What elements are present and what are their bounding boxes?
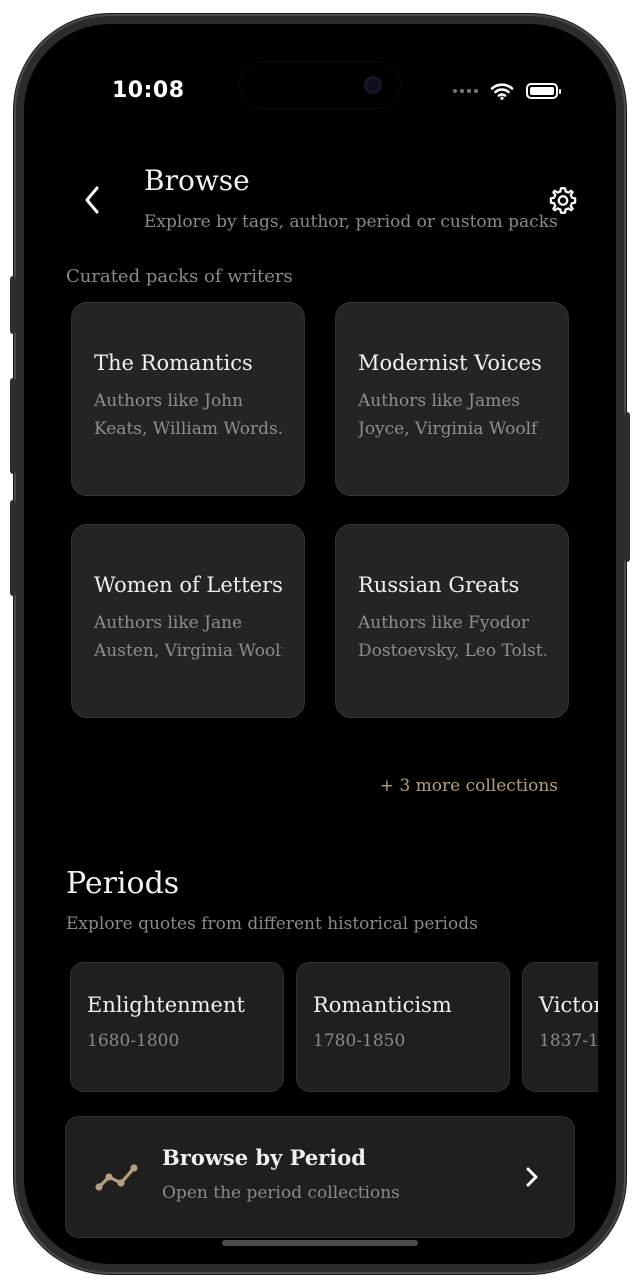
power-button — [624, 412, 630, 562]
period-years: 1680-1800 — [87, 1031, 180, 1051]
volume-up-button — [10, 378, 16, 474]
status-time: 10:08 — [112, 78, 185, 103]
browse-by-period-title: Browse by Period — [162, 1145, 366, 1170]
more-collections-link[interactable]: + 3 more collections — [380, 776, 558, 796]
periods-subtitle: Explore quotes from different historical… — [66, 914, 478, 934]
period-card-enlightenment[interactable]: Enlightenment 1680-1800 — [70, 962, 284, 1092]
page-subtitle: Explore by tags, author, period or custo… — [144, 212, 558, 232]
pack-description: Authors like Jane Austen, Virginia Woolf — [94, 613, 282, 661]
pack-card-modernist-voices[interactable]: Modernist Voices Authors like James Joyc… — [335, 302, 569, 496]
pack-title: Women of Letters — [94, 573, 283, 597]
period-name: Enlightenment — [87, 993, 245, 1017]
periods-heading: Periods — [66, 866, 180, 901]
chevron-left-icon — [85, 186, 99, 214]
action-button — [10, 276, 16, 334]
browse-by-period-subtitle: Open the period collections — [162, 1183, 400, 1203]
pack-description: Authors like James Joyce, Virginia Woolf — [358, 391, 538, 439]
status-icons — [453, 82, 561, 100]
page-title: Browse — [144, 164, 250, 197]
pack-card-romantics[interactable]: The Romantics Authors like John Keats, W… — [71, 302, 305, 496]
home-indicator[interactable] — [222, 1240, 418, 1246]
packs-caption: Curated packs of writers — [66, 266, 293, 287]
gear-icon — [549, 187, 577, 214]
settings-button[interactable] — [546, 184, 580, 218]
battery-icon — [526, 83, 561, 99]
dynamic-island — [240, 62, 400, 108]
camera-icon — [364, 76, 382, 94]
pack-title: Russian Greats — [358, 573, 520, 597]
period-card-romanticism[interactable]: Romanticism 1780-1850 — [296, 962, 510, 1092]
back-button[interactable] — [74, 182, 110, 218]
pack-description: Authors like John Keats, William Words..… — [94, 391, 282, 439]
period-name: Victorian — [539, 993, 598, 1017]
period-years: 1837-1901 — [539, 1031, 598, 1051]
wifi-icon — [490, 83, 514, 100]
pack-card-russian-greats[interactable]: Russian Greats Authors like Fyodor Dosto… — [335, 524, 569, 718]
browse-by-period-button[interactable]: Browse by Period Open the period collect… — [65, 1116, 575, 1238]
period-card-victorian[interactable]: Victorian 1837-1901 — [522, 962, 598, 1092]
volume-down-button — [10, 500, 16, 596]
cellular-dots-icon — [453, 89, 478, 93]
trend-line-icon — [95, 1164, 138, 1191]
screen: 10:08 Browse Explore by tags, author, pe… — [24, 24, 616, 1264]
period-years: 1780-1850 — [313, 1031, 406, 1051]
pack-description: Authors like Fyodor Dostoevsky, Leo Tols… — [358, 613, 546, 661]
pack-title: The Romantics — [94, 351, 253, 375]
period-name: Romanticism — [313, 993, 452, 1017]
period-carousel[interactable]: Enlightenment 1680-1800 Romanticism 1780… — [70, 962, 598, 1092]
pack-title: Modernist Voices — [358, 351, 542, 375]
phone-frame: 10:08 Browse Explore by tags, author, pe… — [10, 14, 630, 1274]
chevron-right-icon — [526, 1167, 538, 1187]
pack-card-women-of-letters[interactable]: Women of Letters Authors like Jane Auste… — [71, 524, 305, 718]
